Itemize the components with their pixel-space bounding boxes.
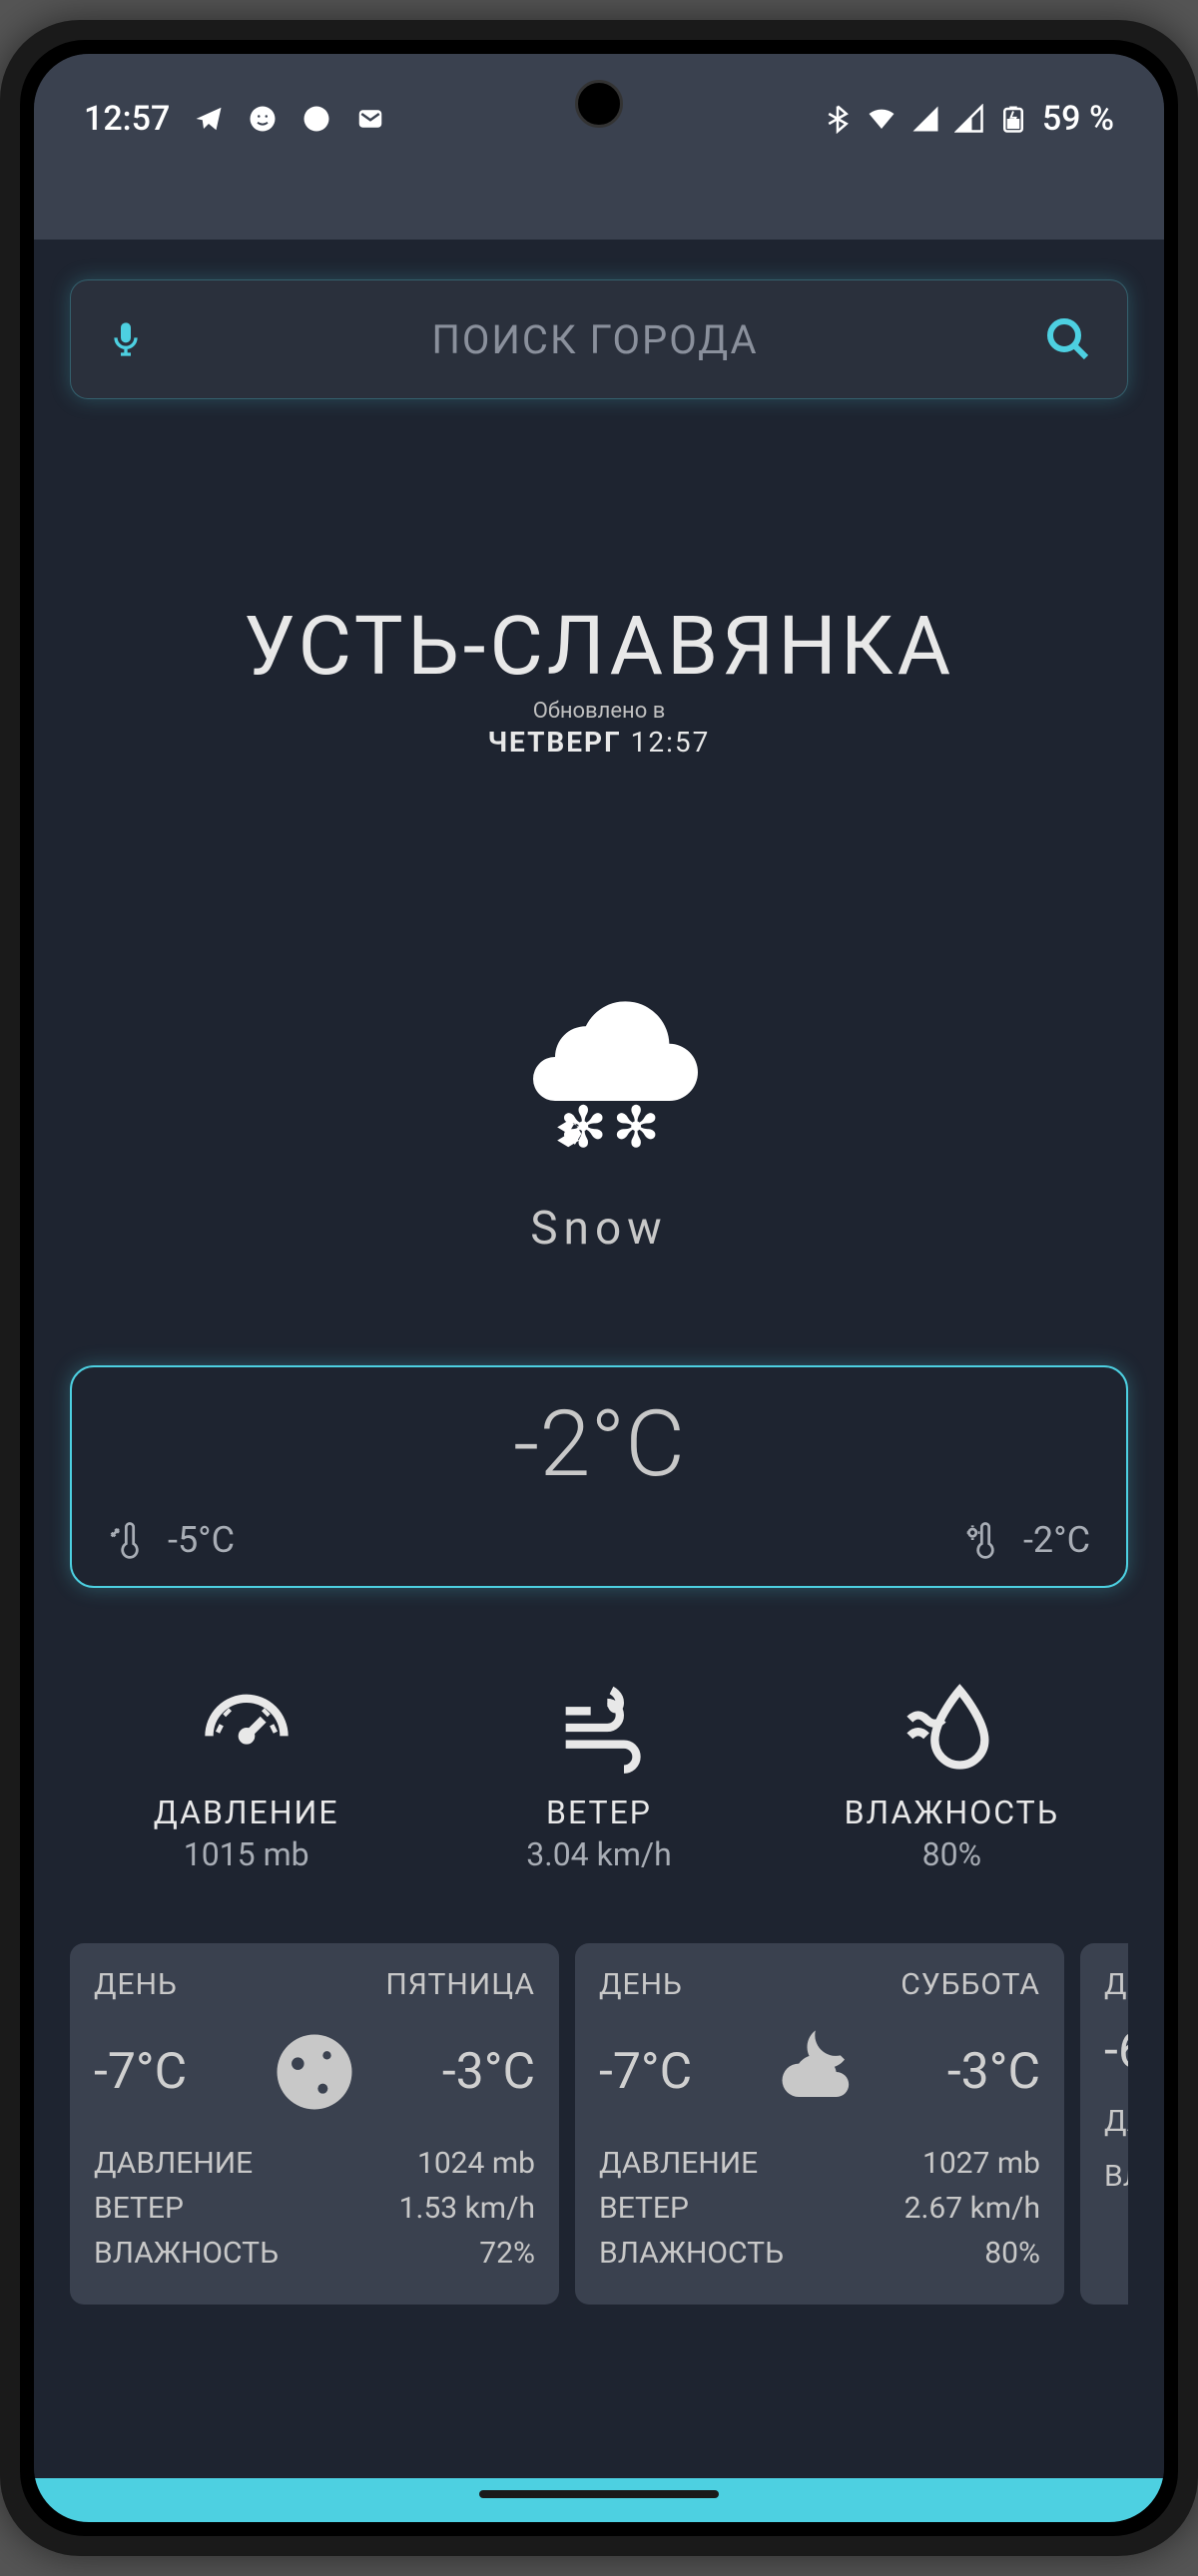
main-temperature: -2°C [108,1391,1090,1498]
search-icon[interactable] [1044,315,1092,363]
weather-condition-block: ✻ ✻ Snow [70,958,1128,1256]
moon-icon [265,2022,364,2122]
wind-icon [549,1678,649,1778]
low-temp: -5°C [168,1519,235,1561]
status-right: 59 % [823,99,1114,139]
humidity-drop-icon [901,1678,1001,1778]
fc-pressure: 1027 mb [922,2146,1040,2181]
battery-icon [998,104,1028,134]
humidity-metric: ВЛАЖНОСТЬ 80% [776,1678,1128,1873]
pressure-label: ДАВЛЕНИЕ [70,1794,422,1831]
forecast-low: -7°C [599,2043,692,2101]
search-bar[interactable]: ПОИСК ГОРОДА [70,279,1128,399]
telegram-icon [194,104,224,134]
forecast-high: -3°C [442,2043,535,2101]
svg-text:✻: ✻ [612,1094,660,1161]
high-temp-item: -2°C [963,1518,1090,1562]
camera-notch [575,80,623,128]
wind-label: ВЕТЕР [422,1794,775,1831]
updated-label: Обновлено в [70,699,1128,724]
forecast-low: -6° [1104,2022,1128,2080]
fc-wind-label: ВЕТЕР [94,2191,184,2226]
status-left: 12:57 [84,99,385,139]
updated-time-value: 12:57 [631,726,711,759]
high-temp: -2°C [1023,1519,1090,1561]
signal-2-icon [954,104,984,134]
phone-frame: 12:57 59 % [0,20,1198,2556]
city-name: УСТЬ-СЛАВЯНКА [70,599,1128,695]
hot-thermometer-icon [963,1518,1007,1562]
mail-icon [355,104,385,134]
screen: 12:57 59 % [34,54,1164,2522]
metrics-row: ДАВЛЕНИЕ 1015 mb ВЕТЕР 3.04 km/h ВЛАЖНОС… [70,1678,1128,1873]
bluetooth-icon [823,104,853,134]
wind-value: 3.04 km/h [422,1835,775,1873]
fc-humidity: 80% [984,2236,1040,2271]
updated-day: ЧЕТВЕРГ [488,726,622,759]
content: ПОИСК ГОРОДА УСТЬ-СЛАВЯНКА Обновлено в Ч… [34,240,1164,2478]
bottom-accent-bar [34,2478,1164,2522]
humidity-label: ВЛАЖНОСТЬ [776,1794,1128,1831]
forecast-card[interactable]: ДЕНЬ ПЯТНИЦА -7°C -3°C ДАВЛЕНИЕ 1024 mb В… [70,1943,559,2305]
fc-pressure-label: ДА [1104,2104,1128,2139]
face-icon [248,104,278,134]
search-placeholder: ПОИСК ГОРОДА [146,316,1044,363]
fc-pressure-label: ДАВЛЕНИЕ [599,2146,758,2181]
forecast-row[interactable]: ДЕНЬ ПЯТНИЦА -7°C -3°C ДАВЛЕНИЕ 1024 mb В… [70,1943,1128,2305]
fc-pressure: 1024 mb [417,2146,535,2181]
wifi-icon [867,104,897,134]
forecast-weekday: ПЯТНИЦА [385,1967,535,2002]
forecast-day-label: ДЕНЬ [599,1967,683,2002]
condition-label: Snow [70,1202,1128,1256]
svg-text:✻: ✻ [559,1094,607,1161]
forecast-high: -3°C [947,2043,1040,2101]
location-block: УСТЬ-СЛАВЯНКА Обновлено в ЧЕТВЕРГ 12:57 [70,599,1128,759]
snow-cloud-icon: ✻ ✻ [489,958,709,1178]
phone-bezel: 12:57 59 % [20,40,1178,2536]
forecast-weekday: СУББОТА [900,1967,1040,2002]
app-header [34,184,1164,240]
forecast-card[interactable]: ДЕНЬ СУББОТА -7°C -3°C ДАВЛЕНИЕ 1027 mb В… [575,1943,1064,2305]
temperature-card: -2°C -5°C -2°C [70,1365,1128,1588]
fc-humidity-label: ВЛА [1104,2159,1128,2194]
circle-icon [301,104,331,134]
cloudy-night-icon [770,2022,870,2122]
forecast-day-label: ДЕН [1104,1967,1128,2002]
fc-wind: 1.53 km/h [399,2191,535,2226]
wind-metric: ВЕТЕР 3.04 km/h [422,1678,775,1873]
battery-percent: 59 % [1042,99,1114,139]
fc-wind: 2.67 km/h [904,2191,1040,2226]
signal-1-icon [910,104,940,134]
pressure-metric: ДАВЛЕНИЕ 1015 mb [70,1678,422,1873]
clock: 12:57 [84,99,170,139]
fc-pressure-label: ДАВЛЕНИЕ [94,2146,253,2181]
forecast-day-label: ДЕНЬ [94,1967,178,2002]
fc-wind-label: ВЕТЕР [599,2191,689,2226]
mic-icon[interactable] [106,314,146,364]
updated-time: ЧЕТВЕРГ 12:57 [70,726,1128,759]
cold-thermometer-icon [108,1518,152,1562]
nav-handle[interactable] [479,2490,719,2498]
low-temp-item: -5°C [108,1518,235,1562]
fc-humidity-label: ВЛАЖНОСТЬ [94,2236,279,2271]
fc-humidity-label: ВЛАЖНОСТЬ [599,2236,784,2271]
fc-humidity: 72% [479,2236,535,2271]
humidity-value: 80% [776,1835,1128,1873]
pressure-gauge-icon [197,1678,297,1778]
forecast-low: -7°C [94,2043,187,2101]
forecast-card[interactable]: ДЕН -6° ДА ВЛА [1080,1943,1128,2305]
pressure-value: 1015 mb [70,1835,422,1873]
